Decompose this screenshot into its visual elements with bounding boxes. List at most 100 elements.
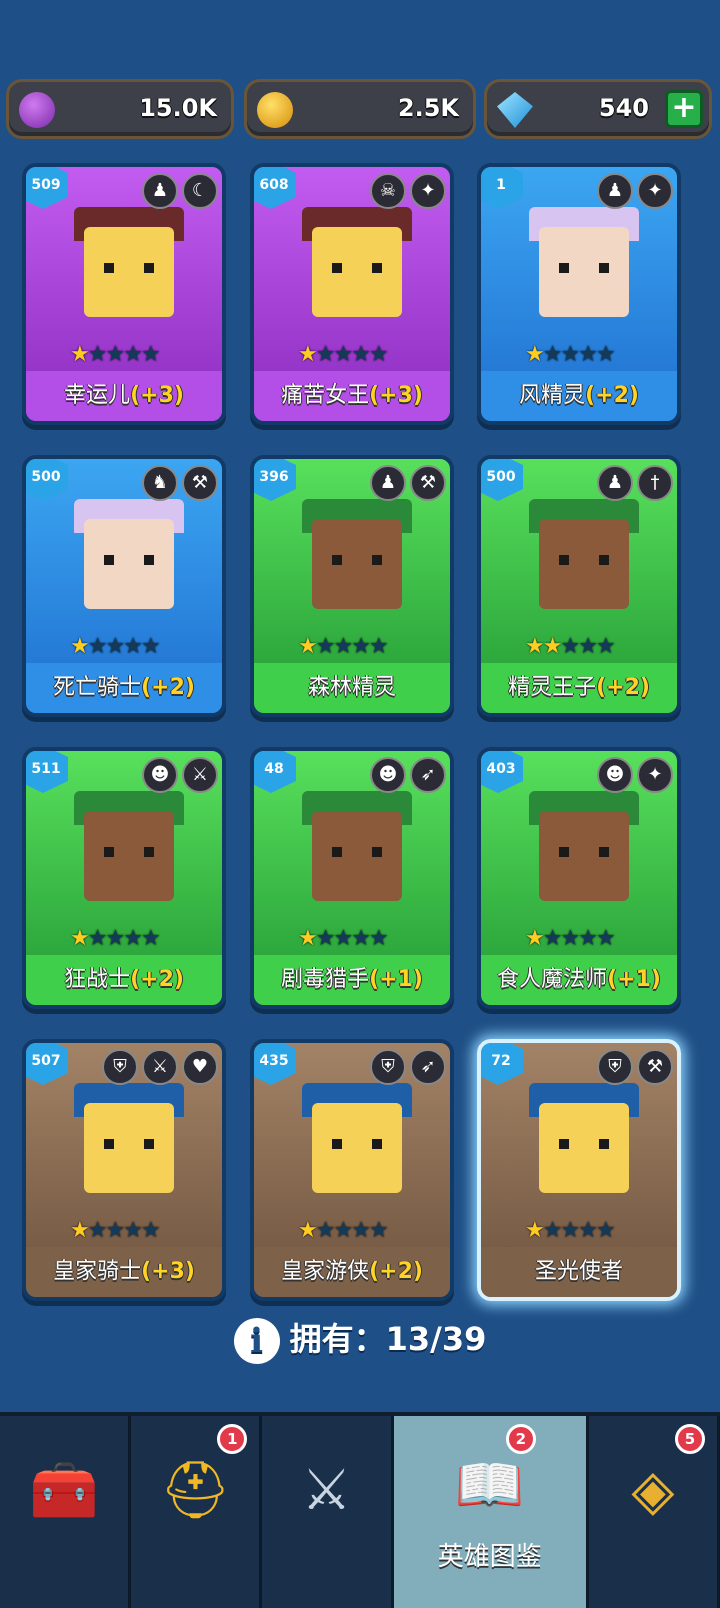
star-empty-icon: ★: [368, 926, 389, 951]
orc-icon: ☻: [370, 757, 406, 793]
hero-name-bar: 皇家游侠(+2): [254, 1247, 450, 1297]
star-empty-icon: ★: [351, 634, 371, 659]
star-empty-icon: ★: [140, 342, 161, 367]
hero-stars: ★★★★★: [298, 342, 389, 367]
hero-name-bar: 森林精灵: [254, 663, 450, 713]
nav-tab[interactable]: ⚔: [262, 1416, 394, 1608]
hero-trait-badges: ☻ ✦: [597, 757, 673, 793]
star-empty-icon: ★: [333, 1218, 353, 1243]
add-gems-button[interactable]: +: [665, 90, 703, 128]
hero-bonus: (+2): [369, 1259, 423, 1284]
star-empty-icon: ★: [87, 634, 108, 659]
winged-helmet-icon: ⛑: [159, 1458, 231, 1523]
star-filled-icon: ★: [525, 342, 545, 367]
star-empty-icon: ★: [595, 1218, 616, 1243]
star-empty-icon: ★: [87, 926, 108, 951]
hero-bonus: (+2): [585, 383, 639, 408]
star-empty-icon: ★: [140, 634, 161, 659]
hero-trait-badges: ♟ ✦: [597, 173, 673, 209]
demon-skull-icon: ☠: [370, 173, 406, 209]
star-empty-icon: ★: [351, 1218, 371, 1243]
hero-stars: ★★★★★: [70, 634, 161, 659]
hero-card[interactable]: 507 ⛨ ⚔ ♥ ★★★★★ 皇家骑士(+3): [22, 1039, 226, 1301]
star-empty-icon: ★: [578, 926, 598, 951]
nav-tab[interactable]: ◈ 5: [589, 1416, 720, 1608]
wand-icon: ✦: [637, 757, 673, 793]
hero-card[interactable]: 48 ☻ ➶ ★★★★★ 剧毒猎手(+1): [250, 747, 454, 1009]
hammer-icon: ⚒: [410, 465, 446, 501]
hero-bonus: (+1): [607, 967, 661, 992]
hero-name: 食人魔法师: [497, 967, 608, 992]
hero-name: 皇家游侠: [281, 1259, 370, 1284]
hero-card[interactable]: 396 ♟ ⚒ ★★★★★ 森林精灵: [250, 455, 454, 717]
star-empty-icon: ★: [333, 342, 353, 367]
hero-card[interactable]: 403 ☻ ✦ ★★★★★ 食人魔法师(+1): [477, 747, 681, 1009]
hero-card[interactable]: 500 ♟ † ★★★★★ 精灵王子(+2): [477, 455, 681, 717]
ranger-hood-icon: ♟: [142, 173, 178, 209]
ranger-hood-icon: ♟: [597, 465, 633, 501]
gem-counter: 540 +: [484, 79, 712, 139]
star-empty-icon: ★: [560, 1218, 580, 1243]
hero-card[interactable]: 435 ⛨ ➶ ★★★★★ 皇家游侠(+2): [250, 1039, 454, 1301]
hero-name-bar: 死亡骑士(+2): [26, 663, 222, 713]
star-empty-icon: ★: [105, 634, 125, 659]
notification-badge: 5: [675, 1424, 706, 1454]
hero-stars: ★★★★★: [298, 1218, 389, 1243]
bow-icon: ➶: [410, 757, 446, 793]
star-filled-icon: ★: [70, 634, 90, 659]
hero-card[interactable]: 509 ♟ ☾ ★★★★★ 幸运儿(+3): [22, 163, 226, 425]
star-empty-icon: ★: [542, 342, 563, 367]
star-empty-icon: ★: [105, 342, 125, 367]
star-empty-icon: ★: [542, 926, 563, 951]
hammer-icon: ⚒: [637, 1049, 673, 1085]
hero-name: 精灵王子: [508, 675, 597, 700]
star-filled-icon: ★: [542, 634, 563, 659]
hero-card[interactable]: 500 ♞ ⚒ ★★★★★ 死亡骑士(+2): [22, 455, 226, 717]
gold-value: 2.5K: [397, 94, 459, 122]
wand-icon: ✦: [637, 173, 673, 209]
knight-helmet-icon: ⛨: [597, 1049, 633, 1085]
owned-label: 拥有：: [289, 1320, 386, 1358]
star-empty-icon: ★: [578, 634, 598, 659]
hero-card[interactable]: 72 ⛨ ⚒ ★★★★★ 圣光使者: [477, 1039, 681, 1301]
hero-bonus: (+2): [130, 967, 184, 992]
hero-name: 死亡骑士: [53, 675, 142, 700]
info-icon[interactable]: i: [233, 1318, 280, 1364]
star-empty-icon: ★: [560, 342, 580, 367]
hero-name: 幸运儿: [64, 383, 131, 408]
hero-stars: ★★★★★: [298, 634, 389, 659]
ranger-hood-icon: ♟: [370, 465, 406, 501]
star-empty-icon: ★: [578, 1218, 598, 1243]
star-filled-icon: ★: [298, 926, 318, 951]
nav-tab[interactable]: 📖 2 英雄图鉴: [393, 1416, 589, 1608]
hero-name-bar: 痛苦女王(+3): [254, 371, 450, 421]
ranger-hood-icon: ♟: [597, 173, 633, 209]
hero-stars: ★★★★★: [70, 926, 161, 951]
star-filled-icon: ★: [298, 342, 318, 367]
star-empty-icon: ★: [315, 342, 336, 367]
star-empty-icon: ★: [315, 926, 336, 951]
star-filled-icon: ★: [298, 1218, 318, 1243]
star-empty-icon: ★: [315, 1218, 336, 1243]
star-empty-icon: ★: [123, 926, 143, 951]
nav-tab[interactable]: ⛑ 1: [131, 1416, 263, 1608]
hero-card[interactable]: 511 ☻ ⚔ ★★★★★ 狂战士(+2): [22, 747, 226, 1009]
hero-stars: ★★★★★: [525, 342, 616, 367]
owned-count: i 拥有：13/39: [0, 1314, 720, 1364]
star-empty-icon: ★: [333, 634, 353, 659]
hero-bonus: (+1): [369, 967, 423, 992]
hero-trait-badges: ⛨ ⚒: [597, 1049, 673, 1085]
hero-card[interactable]: 608 ☠ ✦ ★★★★★ 痛苦女王(+3): [250, 163, 454, 425]
amulet-icon: ◈: [631, 1458, 675, 1523]
hero-trait-badges: ♞ ⚒: [142, 465, 218, 501]
hero-card[interactable]: 1 ♟ ✦ ★★★★★ 风精灵(+2): [477, 163, 681, 425]
gold-coin-icon: [257, 92, 293, 128]
hero-name: 风精灵: [519, 383, 586, 408]
dagger-icon: †: [637, 465, 673, 501]
nav-tab[interactable]: 🧰: [0, 1416, 132, 1608]
star-empty-icon: ★: [578, 342, 598, 367]
hero-name: 剧毒猎手: [281, 967, 370, 992]
star-empty-icon: ★: [560, 926, 580, 951]
star-empty-icon: ★: [595, 342, 616, 367]
elixir-value: 15.0K: [139, 94, 217, 122]
